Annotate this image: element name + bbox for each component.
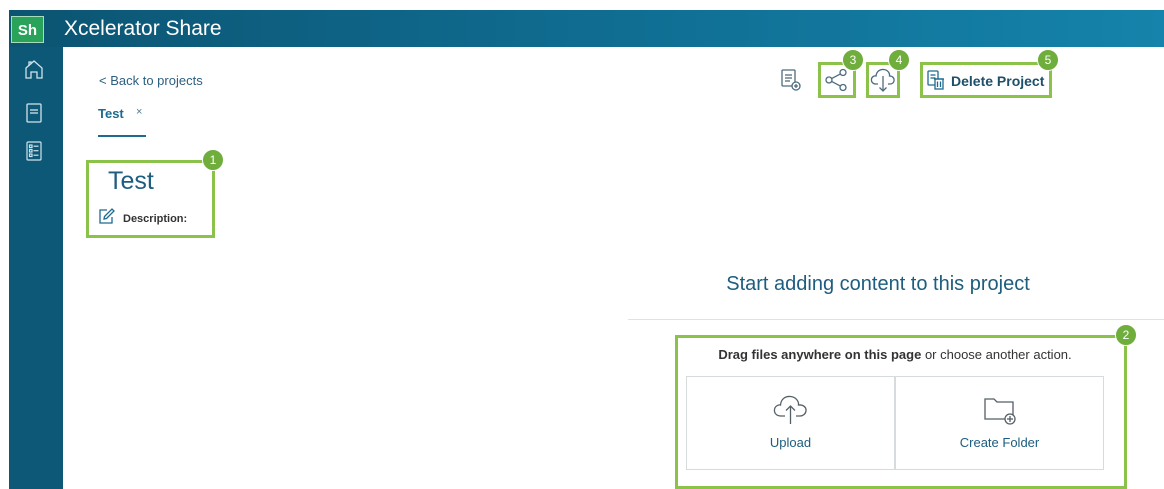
drag-hint-bold: Drag files anywhere on this page — [718, 347, 922, 362]
empty-state-heading: Start adding content to this project — [726, 273, 1030, 295]
callout-badge-3: 3 — [842, 49, 864, 71]
back-to-projects-link[interactable]: < Back to projects — [99, 73, 203, 88]
side-rail — [9, 47, 63, 489]
drag-hint-rest: or choose another action. — [921, 347, 1072, 362]
cloud-download-icon[interactable] — [870, 66, 896, 94]
app-title: Xcelerator Share — [64, 17, 222, 40]
create-folder-button[interactable]: Create Folder — [895, 376, 1104, 470]
document-icon[interactable] — [23, 102, 45, 124]
project-title: Test — [108, 167, 154, 195]
cloud-upload-icon — [771, 391, 811, 427]
tab-label: Test — [98, 106, 124, 121]
delete-project-button[interactable]: Delete Project — [927, 66, 1051, 96]
tab-close-icon[interactable]: × — [136, 106, 142, 118]
new-document-icon[interactable] — [780, 68, 802, 92]
checklist-icon[interactable] — [23, 140, 45, 162]
app-logo[interactable]: Sh — [11, 16, 44, 43]
tab-test[interactable]: Test × — [98, 104, 146, 137]
divider — [628, 319, 1164, 320]
drag-files-hint: Drag files anywhere on this page or choo… — [686, 347, 1104, 362]
description-label: Description: — [123, 213, 188, 225]
upload-button[interactable]: Upload — [686, 376, 895, 470]
edit-icon[interactable] — [98, 208, 116, 224]
callout-badge-1: 1 — [202, 149, 224, 171]
create-folder-label: Create Folder — [959, 435, 1040, 450]
callout-badge-2: 2 — [1115, 324, 1137, 346]
upload-label: Upload — [769, 435, 812, 450]
share-icon[interactable] — [824, 68, 850, 92]
delete-project-label: Delete Project — [951, 73, 1045, 89]
delete-document-icon — [927, 70, 944, 90]
home-icon[interactable] — [23, 58, 45, 80]
callout-badge-4: 4 — [888, 49, 910, 71]
folder-add-icon — [980, 391, 1020, 427]
callout-badge-5: 5 — [1037, 49, 1059, 71]
